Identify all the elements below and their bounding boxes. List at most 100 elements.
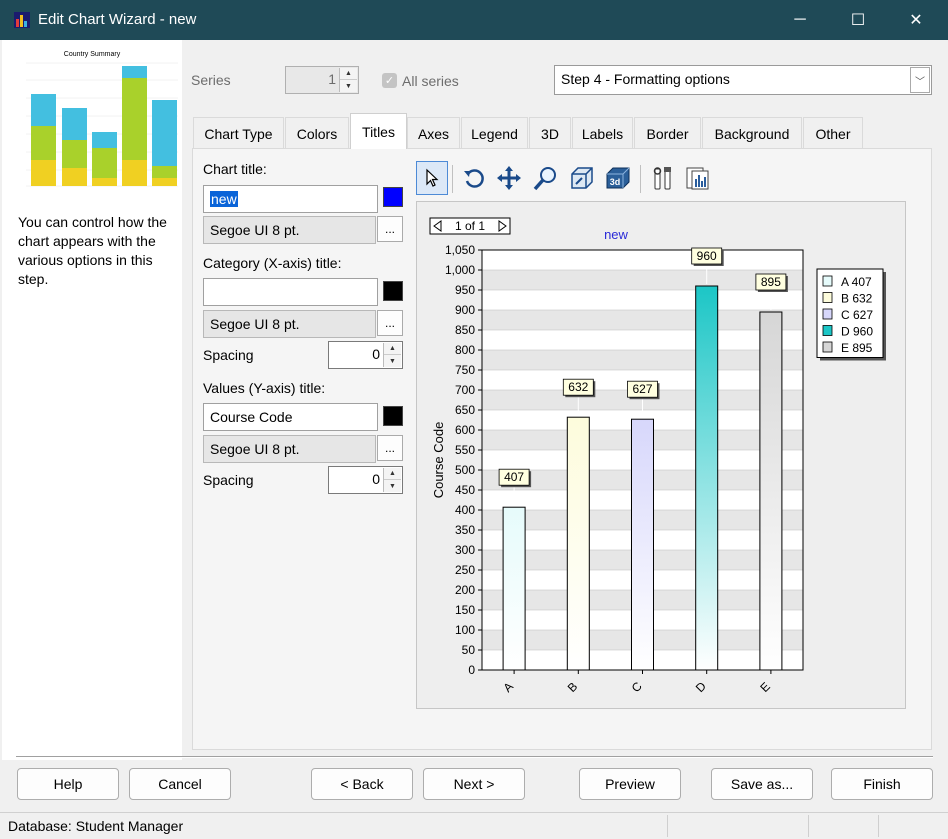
legend-swatch	[822, 292, 833, 303]
tab-chart-type[interactable]: Chart Type	[193, 117, 284, 149]
checkmark-icon: ✓	[384, 75, 395, 87]
category-title-font: Segoe UI 8 pt.	[210, 316, 300, 332]
help-button[interactable]: Help	[17, 768, 119, 800]
bar	[695, 285, 719, 671]
maximize-icon: ☐	[850, 12, 866, 29]
chart-title-color-swatch[interactable]	[383, 187, 403, 207]
bar	[502, 506, 526, 671]
y-tick-label: 150	[455, 603, 475, 617]
data-label: 407	[504, 470, 524, 484]
y-tick-label: 0	[468, 663, 475, 677]
y-tick-label: 300	[455, 543, 475, 557]
category-title-color-swatch[interactable]	[383, 281, 403, 301]
grid-band	[482, 310, 803, 330]
print-preview-icon[interactable]	[682, 161, 714, 195]
y-tick-label: 500	[455, 463, 475, 477]
rotate-icon[interactable]	[458, 161, 490, 195]
spin-up-icon[interactable]: ▲	[384, 468, 401, 480]
y-tick-label: 800	[455, 343, 475, 357]
data-label: 960	[697, 249, 717, 263]
chart-thumbnail: Country Summary	[12, 48, 180, 200]
minimize-icon: ─	[794, 11, 806, 28]
spin-up-icon[interactable]: ▲	[384, 343, 401, 355]
close-button[interactable]: ✕	[890, 0, 942, 40]
step-dropdown[interactable]: Step 4 - Formatting options ﹀	[554, 65, 932, 95]
bar	[631, 418, 654, 671]
values-spacing-label: Spacing	[203, 472, 254, 488]
values-title-label: Values (Y-axis) title:	[203, 380, 326, 396]
pointer-icon[interactable]	[416, 161, 448, 195]
legend-label: A 407	[841, 275, 872, 289]
minimize-button[interactable]: ─	[774, 0, 826, 40]
zoom-icon[interactable]	[530, 161, 562, 195]
spin-down-icon[interactable]: ▼	[384, 355, 401, 367]
title-bar: Edit Chart Wizard - new ─ ☐ ✕	[0, 0, 948, 40]
series-label: Series	[191, 72, 231, 88]
spin-up-icon[interactable]: ▲	[340, 68, 357, 80]
y-tick-label: 400	[455, 503, 475, 517]
y-tick-label: 1,000	[445, 263, 475, 277]
x-tick-label: B	[565, 679, 581, 695]
wizard-side-panel: Country Summary You can control how the …	[2, 40, 182, 760]
y-tick-label: 250	[455, 563, 475, 577]
spin-down-icon[interactable]: ▼	[384, 480, 401, 492]
chevron-down-icon[interactable]: ﹀	[910, 67, 930, 93]
all-series-checkbox[interactable]: ✓	[382, 73, 397, 88]
y-tick-label: 450	[455, 483, 475, 497]
chart-title-input[interactable]: new	[203, 185, 378, 213]
y-tick-label: 650	[455, 403, 475, 417]
tab-background[interactable]: Background	[702, 117, 802, 149]
tab-border[interactable]: Border	[634, 117, 701, 149]
values-title-color-swatch[interactable]	[383, 406, 403, 426]
values-title-font-field: Segoe UI 8 pt.	[203, 435, 376, 463]
values-title-input[interactable]: Course Code	[203, 403, 378, 431]
tab-labels[interactable]: Labels	[572, 117, 633, 149]
legend-label: C 627	[841, 308, 873, 322]
tab-other[interactable]: Other	[803, 117, 863, 149]
tab-legend[interactable]: Legend	[461, 117, 528, 149]
legend-swatch	[822, 308, 833, 320]
finish-button[interactable]: Finish	[831, 768, 933, 800]
maximize-button[interactable]: ☐	[832, 0, 884, 40]
cancel-button[interactable]: Cancel	[129, 768, 231, 800]
chart-svg: 1 of 1 new 0 50 100 150 200 250 300 350 400 450 500 5…	[429, 217, 886, 695]
values-spacing-spinner[interactable]: 0 ▲ ▼	[328, 466, 403, 494]
category-title-input[interactable]	[203, 278, 378, 306]
category-spacing-value: 0	[372, 346, 380, 362]
depth-icon[interactable]	[566, 161, 598, 195]
legend-label: E 895	[841, 341, 873, 355]
y-tick-label: 700	[455, 383, 475, 397]
move-icon[interactable]	[493, 161, 525, 195]
category-title-font-button[interactable]: ...	[377, 310, 403, 336]
chart-preview: 1 of 1 new 0 50 100 150 200 250 300 350 400 450 500 5…	[416, 201, 906, 709]
close-icon: ✕	[909, 12, 923, 29]
tab-titles[interactable]: Titles	[350, 113, 407, 149]
series-spinner[interactable]: 1 ▲ ▼	[285, 66, 359, 94]
tab-axes[interactable]: Axes	[407, 117, 460, 149]
y-tick-label: 200	[455, 583, 475, 597]
y-tick-label: 750	[455, 363, 475, 377]
data-label: 627	[632, 382, 652, 396]
chart-toolbar: 3d	[416, 161, 721, 197]
step-description: You can control how the chart appears wi…	[18, 214, 167, 287]
preview-button[interactable]: Preview	[579, 768, 681, 800]
3d-icon[interactable]: 3d	[602, 161, 634, 195]
tab-3d[interactable]: 3D	[529, 117, 571, 149]
svg-text:3d: 3d	[610, 177, 621, 187]
y-tick-label: 850	[455, 323, 475, 337]
chart-title-font-button[interactable]: ...	[377, 216, 403, 242]
thumbnail-title: Country Summary	[64, 51, 121, 58]
values-title-font-button[interactable]: ...	[377, 435, 403, 461]
y-tick-label: 50	[462, 643, 476, 657]
category-spacing-spinner[interactable]: 0 ▲ ▼	[328, 341, 403, 369]
save-as-button[interactable]: Save as...	[711, 768, 813, 800]
data-label: 895	[761, 275, 781, 289]
page-indicator: 1 of 1	[455, 219, 485, 233]
back-button[interactable]: < Back	[311, 768, 413, 800]
tab-colors[interactable]: Colors	[285, 117, 349, 149]
edit-icon[interactable]	[647, 161, 679, 195]
category-title-label: Category (X-axis) title:	[203, 255, 342, 271]
spin-down-icon[interactable]: ▼	[340, 80, 357, 92]
next-button[interactable]: Next >	[423, 768, 525, 800]
chart-title-value: new	[210, 191, 238, 207]
